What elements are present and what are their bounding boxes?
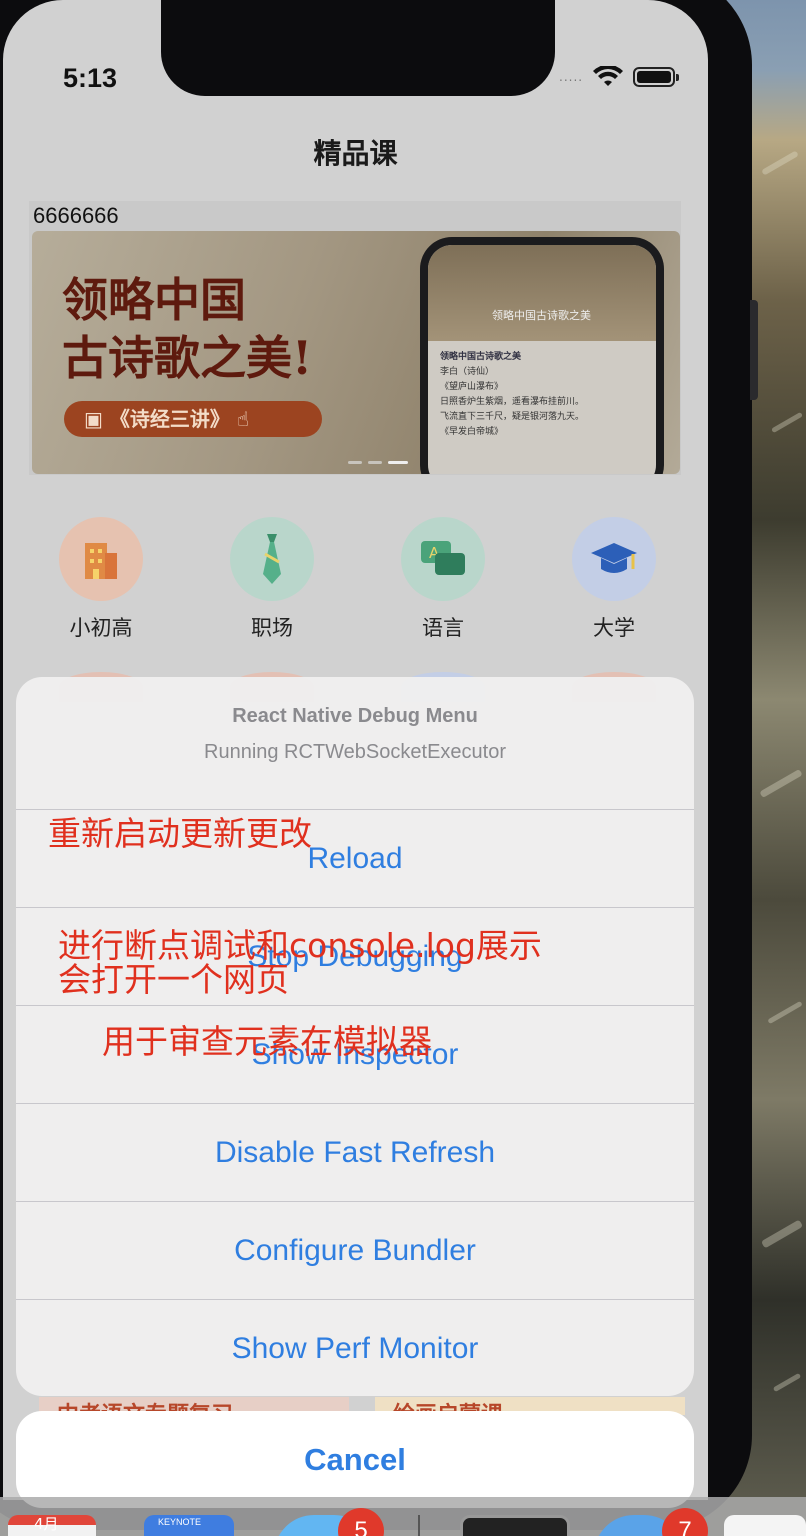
- category-label: 语言: [422, 616, 464, 640]
- page-title: 精品课: [313, 137, 398, 170]
- configure-bundler-button[interactable]: Configure Bundler: [16, 1201, 694, 1299]
- debug-menu-subtitle: Running RCTWebSocketExecutor: [204, 741, 506, 763]
- dock-divider: [418, 1515, 420, 1536]
- side-button: [750, 300, 758, 400]
- banner-phone-author-title: 领略中国古诗歌之美: [440, 352, 522, 362]
- category-language[interactable]: A 语言: [378, 517, 508, 642]
- simulator-icon[interactable]: [460, 1515, 570, 1536]
- wifi-icon: [593, 66, 624, 86]
- app-icon[interactable]: [724, 1515, 806, 1536]
- chat-icon: A: [401, 517, 485, 601]
- carousel-indicator: [348, 461, 408, 464]
- keynote-icon[interactable]: KEYNOTE: [144, 1515, 234, 1536]
- signal-icon: .....: [559, 70, 584, 84]
- book-icon: ▣: [84, 407, 110, 431]
- banner-carousel[interactable]: 领略中国 古诗歌之美! ▣ 《诗经三讲》 ☝ 领略中国古诗歌之美 领略中国古诗歌…: [32, 231, 680, 474]
- category-k12[interactable]: 小初高: [36, 517, 166, 642]
- cancel-button[interactable]: Cancel: [16, 1411, 694, 1508]
- tie-icon: [230, 517, 314, 601]
- status-icons: .....: [559, 66, 680, 88]
- debug-menu-title: React Native Debug Menu: [232, 705, 478, 727]
- annotation-reload: 重新启动更新更改: [48, 814, 312, 853]
- battery-icon: [633, 67, 680, 87]
- annotation-debug-line1: 进行断点调试和console.log展示: [58, 926, 542, 965]
- disable-fast-refresh-button[interactable]: Disable Fast Refresh: [16, 1103, 694, 1201]
- banner-pill-text: 《诗经三讲》: [109, 407, 230, 431]
- calendar-month: 4月: [34, 1515, 59, 1533]
- category-career[interactable]: 职场: [207, 517, 337, 642]
- banner-headline-line2: 古诗歌之美!: [62, 331, 313, 385]
- annotation-debug-line2: 会打开一个网页: [58, 960, 289, 999]
- banner-phone-poem-line: 飞流直下三千尺，疑是银河落九天。: [440, 412, 585, 422]
- banner-caption: 6666666: [33, 203, 119, 228]
- banner-phone-mockup: 领略中国古诗歌之美 领略中国古诗歌之美 李白（诗仙） 《望庐山瀑布》 日照香炉生…: [420, 237, 664, 474]
- status-time: 5:13: [63, 63, 118, 93]
- banner-pill: ▣ 《诗经三讲》 ☝: [64, 401, 322, 437]
- category-university[interactable]: 大学: [549, 517, 679, 642]
- show-perf-monitor-button[interactable]: Show Perf Monitor: [16, 1299, 694, 1396]
- graduation-cap-icon: [572, 517, 656, 601]
- keynote-label: KEYNOTE: [158, 1517, 202, 1527]
- building-icon: [59, 517, 143, 601]
- category-label: 大学: [593, 616, 635, 640]
- annotation-inspector: 用于审查元素在模拟器: [102, 1022, 432, 1061]
- notch: [161, 0, 555, 96]
- banner-phone-poem-title: 《望庐山瀑布》: [440, 382, 504, 392]
- banner-headline-line1: 领略中国: [62, 273, 246, 327]
- banner-phone-author: 李白（诗仙）: [440, 367, 495, 377]
- banner-phone-poem-title: 《早发白帝城》: [440, 427, 504, 437]
- banner-phone-poem-line: 日照香炉生紫烟，遥看瀑布挂前川。: [440, 397, 585, 407]
- banner-phone-title: 领略中国古诗歌之美: [428, 245, 656, 341]
- banner-phone-screen: 领略中国古诗歌之美 领略中国古诗歌之美 李白（诗仙） 《望庐山瀑布》 日照香炉生…: [428, 245, 656, 474]
- pointer-icon: ☝: [229, 407, 249, 431]
- calendar-icon[interactable]: 4月: [8, 1515, 96, 1536]
- category-label: 小初高: [69, 616, 133, 640]
- category-label: 职场: [251, 616, 293, 640]
- banner-headline: 领略中国 古诗歌之美!: [62, 271, 312, 387]
